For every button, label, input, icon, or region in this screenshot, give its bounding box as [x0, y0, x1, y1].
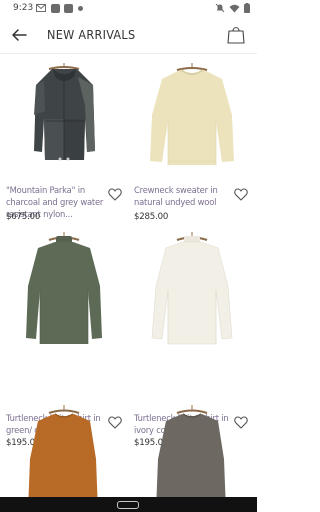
battery-icon	[244, 3, 250, 13]
notification-app-icon	[64, 4, 73, 13]
product-grid: "Mountain Parka" in charcoal and grey wa…	[0, 55, 257, 500]
product-image[interactable]	[128, 401, 256, 500]
product-price: $675.00	[6, 212, 41, 222]
mute-icon	[215, 3, 225, 13]
product-image[interactable]	[128, 228, 256, 346]
shopping-bag-icon[interactable]	[227, 25, 245, 44]
dot-icon	[78, 6, 83, 11]
app-bar: NEW ARRIVALS	[0, 16, 257, 54]
product-image[interactable]	[0, 401, 128, 500]
product-image[interactable]	[0, 55, 128, 173]
system-navigation-bar	[0, 497, 257, 512]
status-icons	[215, 2, 250, 14]
heart-icon[interactable]	[108, 188, 122, 201]
product-name[interactable]: Crewneck sweater in natural undyed wool	[134, 184, 234, 208]
page-title: NEW ARRIVALS	[47, 27, 136, 42]
home-handle[interactable]	[117, 501, 139, 509]
arrow-left-icon[interactable]	[10, 26, 28, 44]
product-image[interactable]	[0, 228, 128, 346]
product-price: $285.00	[134, 212, 169, 222]
product-image[interactable]	[128, 55, 256, 173]
status-time: 9:23	[13, 3, 34, 13]
gmail-icon	[36, 4, 46, 12]
status-bar: 9:23	[0, 0, 257, 16]
wifi-icon	[229, 4, 240, 12]
notification-app-icon	[51, 4, 60, 13]
heart-icon[interactable]	[234, 188, 248, 201]
